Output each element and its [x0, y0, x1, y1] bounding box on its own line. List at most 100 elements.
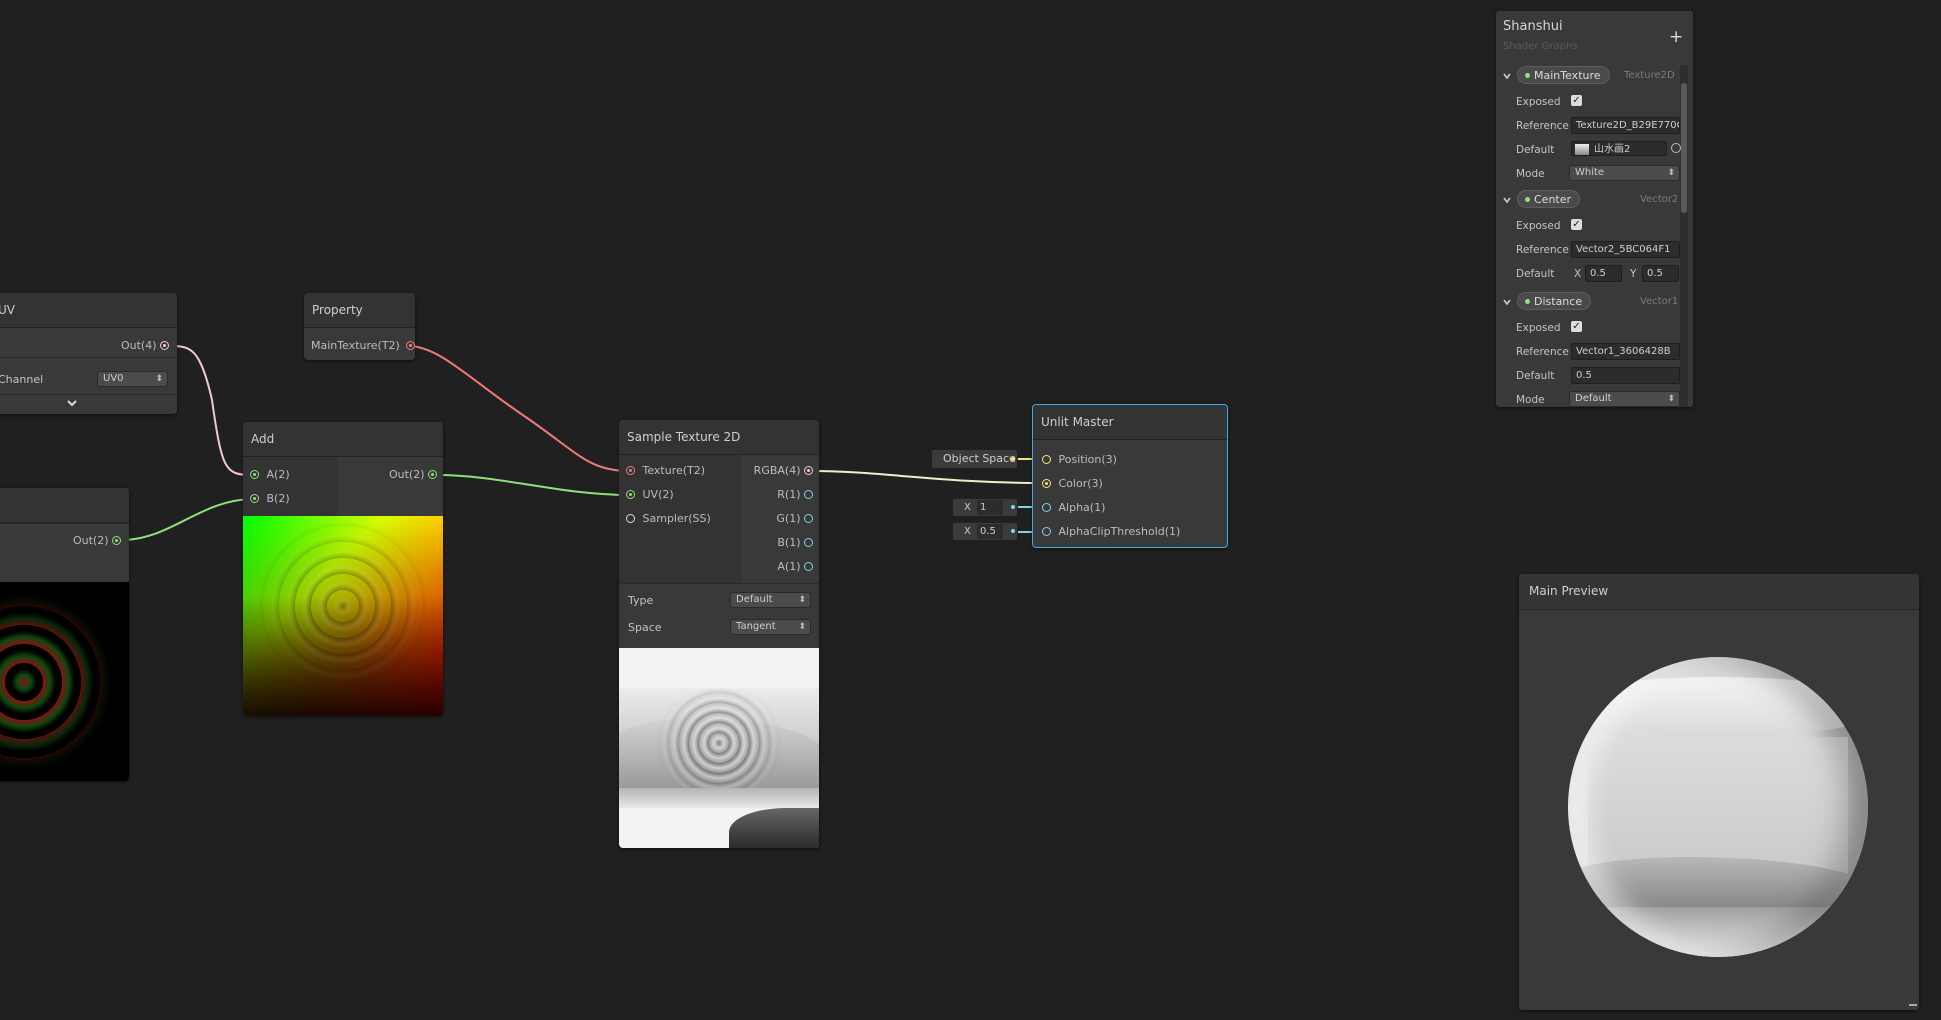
exposed-checkbox[interactable]: ✓	[1571, 321, 1582, 332]
port-dot-icon	[804, 489, 813, 499]
add-preview-image	[243, 516, 443, 716]
exposed-checkbox[interactable]: ✓	[1571, 219, 1582, 230]
main-preview-title: Main Preview	[1529, 584, 1609, 598]
object-space-field[interactable]: Object Space	[932, 450, 1017, 468]
reference-label: Reference	[1516, 120, 1569, 132]
sample-out-rgba-label: RGBA(4)	[753, 464, 801, 477]
sample-in-sampler-port[interactable]: Sampler(SS)	[626, 512, 711, 526]
texture-object-field[interactable]: 山水画2	[1571, 141, 1667, 156]
sample-space-dropdown[interactable]: Tangent	[730, 619, 811, 635]
add-property-button[interactable]: +	[1669, 27, 1683, 47]
mode-dropdown[interactable]: Default	[1569, 391, 1680, 407]
reference-field[interactable]: Texture2D_B29E770C	[1571, 117, 1680, 134]
port-dot-icon	[1042, 526, 1051, 536]
x-axis-label: X	[1574, 268, 1582, 280]
property-out-label: MainTexture(T2)	[311, 339, 400, 352]
port-dot-icon	[626, 465, 635, 475]
mode-label: Mode	[1516, 394, 1545, 406]
clip-default-field[interactable]: X 0.5	[953, 523, 1017, 540]
sample-out-a-label: A(1)	[777, 560, 801, 573]
port-dot-icon	[804, 465, 813, 475]
chevron-down-icon[interactable]	[65, 396, 79, 410]
alpha-value[interactable]: 1	[977, 500, 1003, 515]
chevron-down-icon[interactable]	[1502, 297, 1512, 307]
master-in-color-port[interactable]: Color(3)	[1042, 477, 1103, 491]
sample-out-g-port[interactable]: G(1)	[776, 512, 813, 526]
chevron-down-icon[interactable]	[1502, 71, 1512, 81]
y-value-field[interactable]: 0.5	[1642, 265, 1679, 282]
add-in-a-port[interactable]: A(2)	[250, 468, 290, 482]
left-preview-node[interactable]: Out(2)	[0, 488, 129, 781]
resize-handle-icon[interactable]	[1909, 1004, 1917, 1006]
uv-out-port[interactable]: Out(4)	[121, 339, 169, 353]
reference-field[interactable]: Vector1_3606428B	[1571, 343, 1680, 360]
master-in-alpha-label: Alpha(1)	[1058, 501, 1106, 514]
sample-out-r-label: R(1)	[777, 488, 801, 501]
preview-sphere[interactable]	[1568, 657, 1868, 957]
add-in-b-label: B(2)	[266, 492, 290, 505]
main-preview-panel[interactable]: Main Preview	[1519, 574, 1919, 1010]
mode-dropdown[interactable]: White	[1569, 165, 1680, 181]
sample-out-r-port[interactable]: R(1)	[777, 488, 813, 502]
mode-label: Mode	[1516, 168, 1545, 180]
property-out-port[interactable]: MainTexture(T2)	[311, 339, 416, 353]
master-in-clip-label: AlphaClipThreshold(1)	[1058, 525, 1181, 538]
wire-uv-to-add-a	[169, 345, 253, 476]
exposed-label: Exposed	[1516, 322, 1561, 334]
clip-axis-label: X	[964, 526, 971, 537]
master-in-position-port[interactable]: Position(3)	[1042, 453, 1117, 467]
sample-type-dropdown[interactable]: Default	[730, 592, 811, 608]
sample-in-uv-port[interactable]: UV(2)	[626, 488, 674, 502]
sample-out-g-label: G(1)	[776, 512, 801, 525]
port-dot-icon	[804, 561, 813, 571]
exposed-checkbox[interactable]: ✓	[1571, 95, 1582, 106]
add-out-port[interactable]: Out(2)	[389, 468, 437, 482]
port-dot-icon	[250, 469, 259, 479]
uv-channel-dropdown[interactable]: UV0	[97, 371, 168, 387]
sample-out-a-port[interactable]: A(1)	[777, 560, 813, 574]
property-pill-center[interactable]: Center	[1517, 190, 1581, 208]
sample-texture-title: Sample Texture 2D	[619, 420, 819, 455]
exposed-label: Exposed	[1516, 96, 1561, 108]
object-picker-icon[interactable]	[1671, 143, 1681, 153]
reference-label: Reference	[1516, 346, 1569, 358]
left-node-out-port[interactable]: Out(2)	[73, 534, 121, 548]
master-in-alpha-port[interactable]: Alpha(1)	[1042, 501, 1105, 515]
unlit-master-title: Unlit Master	[1033, 405, 1227, 440]
alpha-default-field[interactable]: X 1	[953, 499, 1017, 516]
left-node-title	[0, 488, 129, 523]
chevron-down-icon[interactable]	[1502, 195, 1512, 205]
port-dot-icon	[804, 537, 813, 547]
master-in-position-label: Position(3)	[1058, 453, 1117, 466]
port-dot-icon	[160, 340, 169, 350]
uv-node[interactable]: UV Out(4) Channel Channel UV0	[0, 293, 177, 414]
sample-out-rgba-port[interactable]: RGBA(4)	[754, 464, 813, 478]
property-type: Vector1	[1640, 296, 1679, 307]
sample-in-texture-port[interactable]: Texture(T2)	[626, 464, 705, 478]
sample-in-uv-label: UV(2)	[642, 488, 674, 501]
reference-label: Reference	[1516, 244, 1569, 256]
reference-field[interactable]: Vector2_5BC064F1	[1571, 241, 1680, 258]
wire-left-to-add-b	[121, 498, 253, 541]
x-value-field[interactable]: 0.5	[1585, 265, 1622, 282]
property-pill-maintexture[interactable]: MainTexture	[1517, 66, 1610, 84]
object-space-label: Object Space	[943, 452, 1016, 465]
blackboard-title: Shanshui	[1503, 19, 1563, 34]
clip-value[interactable]: 0.5	[977, 524, 1003, 539]
alpha-axis-label: X	[964, 502, 971, 513]
sample-out-b-port[interactable]: B(1)	[777, 536, 813, 550]
texture-thumbnail-icon	[1575, 144, 1589, 155]
uv-node-title: UV	[0, 293, 177, 328]
blackboard-scrollbar[interactable]	[1680, 65, 1688, 407]
add-node[interactable]: Add A(2) B(2) Out(2)	[243, 422, 443, 716]
property-type: Vector2	[1640, 194, 1679, 205]
property-pill-distance[interactable]: Distance	[1517, 292, 1592, 310]
unlit-master-node[interactable]: Unlit Master Position(3) Color(3) Alpha(…	[1032, 404, 1228, 548]
master-in-clip-port[interactable]: AlphaClipThreshold(1)	[1042, 525, 1180, 539]
add-in-b-port[interactable]: B(2)	[250, 492, 290, 506]
default-value-field[interactable]: 0.5	[1571, 367, 1680, 384]
blackboard-panel[interactable]: Shanshui Shader Graphs + MainTexture Tex…	[1496, 11, 1693, 407]
sample-texture-node[interactable]: Sample Texture 2D Texture(T2) UV(2) Samp…	[619, 420, 819, 848]
property-node[interactable]: Property MainTexture(T2)	[304, 293, 416, 360]
sample-preview-image	[619, 648, 819, 848]
